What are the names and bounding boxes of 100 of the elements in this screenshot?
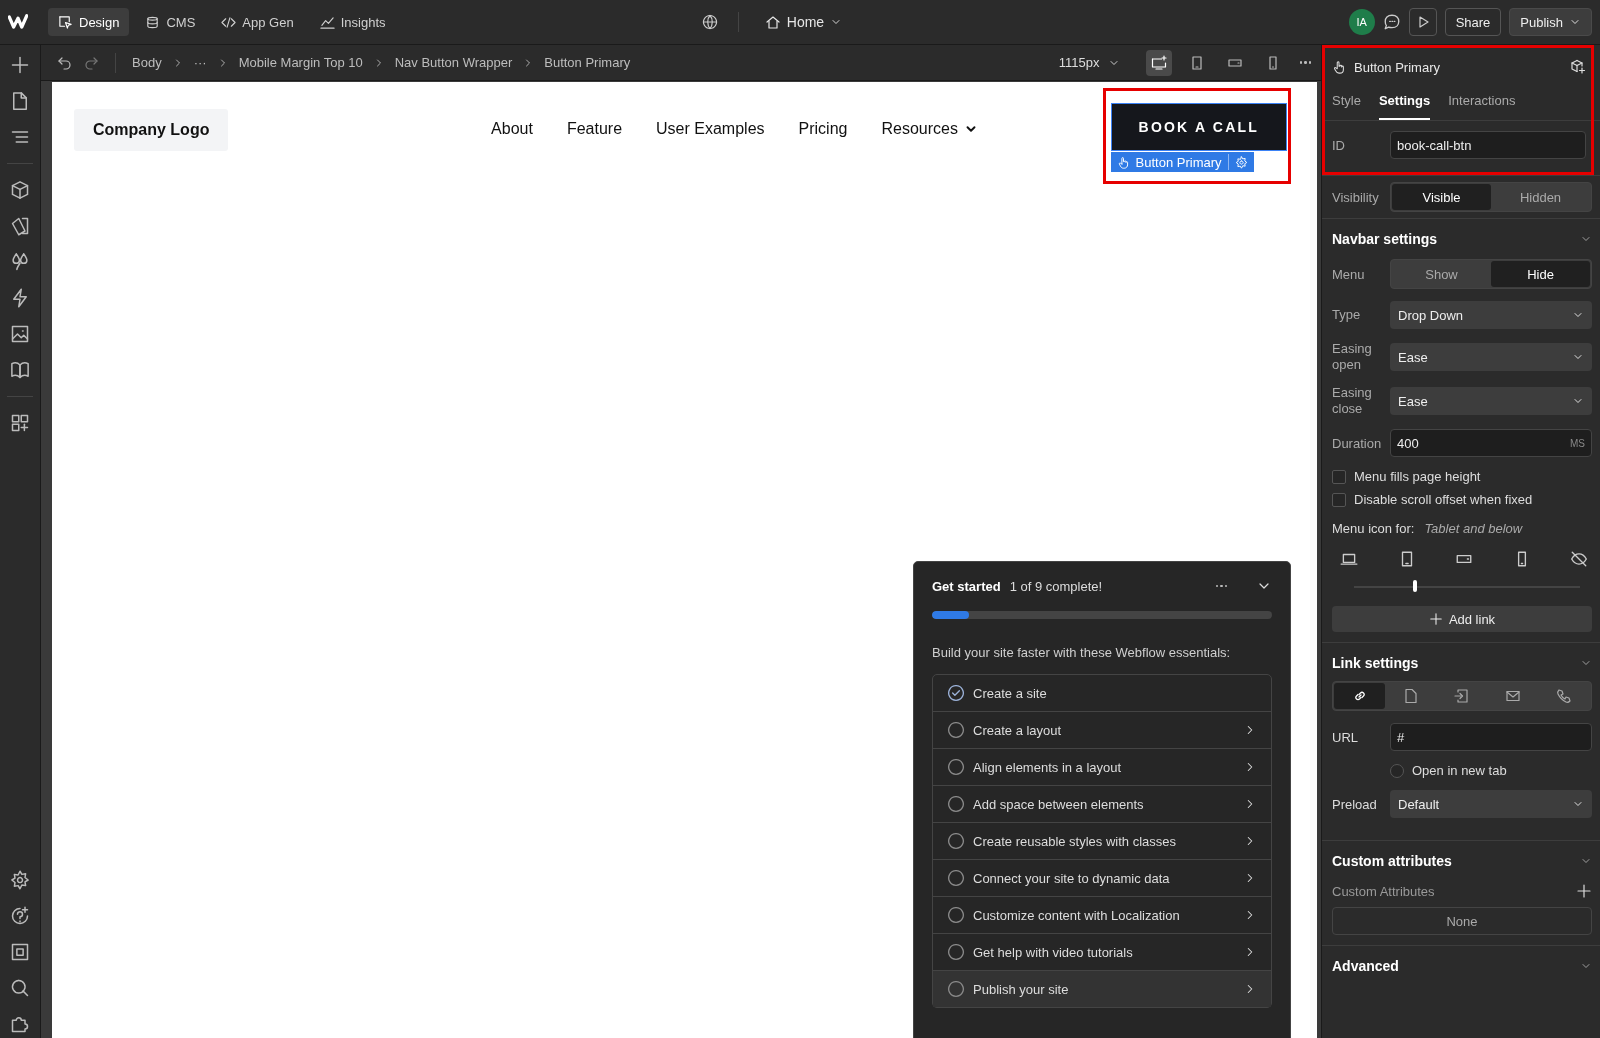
breadcrumb[interactable]: Nav Button Wrapper bbox=[394, 55, 513, 70]
field-label: Type bbox=[1332, 307, 1362, 323]
chart-icon bbox=[319, 14, 335, 30]
checklist-item[interactable]: Publish your site bbox=[933, 971, 1271, 1007]
field-label: Menu icon for: bbox=[1332, 521, 1415, 536]
hand-pointer-icon bbox=[1116, 155, 1130, 169]
breakpoint-button[interactable] bbox=[1145, 49, 1172, 76]
selection-name: Button Primary bbox=[1135, 154, 1222, 170]
checkbox-label: Open in new tab bbox=[1412, 763, 1507, 778]
checkbox[interactable] bbox=[1332, 492, 1346, 507]
panel-title: Get started bbox=[932, 578, 1001, 594]
cursor-square-icon bbox=[58, 14, 73, 30]
comment-icon[interactable] bbox=[1382, 13, 1401, 31]
field-label: Custom Attributes bbox=[1332, 883, 1435, 899]
plus-icon[interactable] bbox=[1576, 883, 1592, 899]
breadcrumb[interactable]: Mobile Margin Top 10 bbox=[238, 55, 363, 70]
checklist-label: Connect your site to dynamic data bbox=[973, 870, 1171, 886]
mode-tab[interactable]: App Gen bbox=[211, 8, 304, 36]
width-selector[interactable]: 1115px bbox=[1052, 54, 1126, 71]
select-field[interactable]: Ease bbox=[1390, 387, 1592, 415]
book-icon[interactable] bbox=[10, 360, 30, 380]
checklist-item[interactable]: Create a layout bbox=[933, 712, 1271, 749]
checklist-item[interactable]: Add space between elements bbox=[933, 786, 1271, 823]
select-field[interactable]: Default bbox=[1390, 790, 1592, 818]
nav-link[interactable]: Feature bbox=[566, 120, 623, 138]
breadcrumb[interactable]: Body bbox=[132, 55, 162, 70]
checkbox[interactable] bbox=[1332, 469, 1346, 484]
select-field[interactable]: Ease bbox=[1390, 343, 1592, 371]
panel-tab[interactable]: Settings bbox=[1378, 85, 1431, 120]
page-selector[interactable]: Home bbox=[758, 13, 849, 31]
nav-link[interactable]: User Examples bbox=[656, 120, 765, 138]
cube-icon[interactable] bbox=[10, 180, 30, 200]
panel-tab[interactable]: Interactions bbox=[1448, 85, 1516, 120]
checklist-item[interactable]: Customize content with Localization bbox=[933, 897, 1271, 934]
field-label: ID bbox=[1332, 137, 1346, 153]
checklist-item[interactable]: Align elements in a layout bbox=[933, 749, 1271, 786]
segment-option[interactable]: Hide bbox=[1491, 261, 1590, 287]
code-icon bbox=[221, 14, 237, 30]
puzzle-icon[interactable] bbox=[10, 1014, 30, 1034]
select-field[interactable]: Drop Down bbox=[1390, 301, 1592, 329]
field-label: Easing close bbox=[1332, 385, 1373, 417]
mode-tab[interactable]: Design bbox=[48, 8, 130, 36]
checklist-label: Create a layout bbox=[973, 722, 1063, 738]
drops-icon[interactable] bbox=[10, 252, 30, 272]
segment-option[interactable]: Visible bbox=[1392, 184, 1491, 210]
globe-icon[interactable] bbox=[701, 14, 718, 30]
slider-thumb[interactable] bbox=[1413, 580, 1417, 592]
breadcrumb[interactable]: Button Primary bbox=[544, 55, 631, 70]
add-link-button[interactable]: Add link bbox=[1332, 606, 1592, 632]
search-icon[interactable] bbox=[10, 978, 30, 998]
segment-option[interactable]: Show bbox=[1392, 261, 1491, 287]
plus-icon bbox=[1428, 612, 1443, 626]
image-icon[interactable] bbox=[10, 324, 30, 344]
eye-off-icon bbox=[1570, 550, 1588, 568]
checklist-item[interactable]: Connect your site to dynamic data bbox=[933, 860, 1271, 897]
company-logo[interactable]: Company Logo bbox=[74, 109, 229, 151]
breadcrumb[interactable]: ··· bbox=[193, 55, 207, 70]
avatar[interactable]: IA bbox=[1348, 9, 1375, 35]
mode-tab[interactable]: CMS bbox=[135, 8, 206, 36]
gear-icon[interactable] bbox=[10, 870, 30, 890]
field-label: Easing open bbox=[1332, 341, 1373, 373]
segment-option[interactable]: Hidden bbox=[1491, 184, 1590, 210]
apps-icon[interactable] bbox=[10, 413, 30, 433]
book-call-button[interactable]: BOOK A CALL bbox=[1110, 103, 1287, 151]
paint-icon[interactable] bbox=[10, 216, 30, 236]
section-title: Custom attributes bbox=[1332, 853, 1452, 869]
checklist-label: Create reusable styles with classes bbox=[973, 833, 1178, 849]
panel-tab[interactable]: Style bbox=[1332, 85, 1361, 120]
add-component-icon[interactable] bbox=[1570, 59, 1586, 75]
settings-icon[interactable] bbox=[1234, 155, 1248, 169]
add-icon[interactable] bbox=[10, 55, 30, 75]
webflow-logo[interactable] bbox=[8, 12, 28, 32]
field-label: Menu bbox=[1332, 266, 1366, 282]
checklist-item[interactable]: Create reusable styles with classes bbox=[933, 823, 1271, 860]
field-label: Preload bbox=[1332, 796, 1378, 812]
hand-pointer-icon bbox=[1332, 60, 1346, 74]
duration-field[interactable]: 400 MS bbox=[1390, 429, 1592, 457]
nav-link[interactable]: About bbox=[491, 120, 533, 138]
home-icon bbox=[764, 14, 781, 30]
page-icon[interactable] bbox=[10, 91, 30, 111]
url-field[interactable]: # bbox=[1390, 723, 1592, 751]
help-icon[interactable] bbox=[10, 906, 30, 926]
checklist-label: Create a site bbox=[973, 685, 1048, 701]
checkbox[interactable] bbox=[1390, 763, 1404, 778]
element-name: Button Primary bbox=[1354, 59, 1440, 75]
preview-button[interactable] bbox=[1408, 8, 1437, 36]
nav-link[interactable]: Resources bbox=[881, 120, 978, 138]
bolt-icon[interactable] bbox=[10, 288, 30, 308]
id-field[interactable]: book-call-btn bbox=[1390, 131, 1586, 159]
mode-tab[interactable]: Insights bbox=[309, 8, 396, 36]
section-title: Advanced bbox=[1332, 958, 1399, 974]
nav-link[interactable]: Pricing bbox=[798, 120, 848, 138]
link-type-tab[interactable] bbox=[1334, 683, 1386, 709]
square-icon[interactable] bbox=[10, 942, 30, 962]
field-label: Duration bbox=[1332, 435, 1383, 451]
publish-button[interactable]: Publish bbox=[1509, 8, 1592, 36]
share-button[interactable]: Share bbox=[1444, 8, 1502, 36]
checklist-item[interactable]: Create a site bbox=[933, 675, 1271, 712]
checkbox-label: Menu fills page height bbox=[1354, 469, 1481, 484]
import-icon bbox=[1454, 688, 1470, 704]
